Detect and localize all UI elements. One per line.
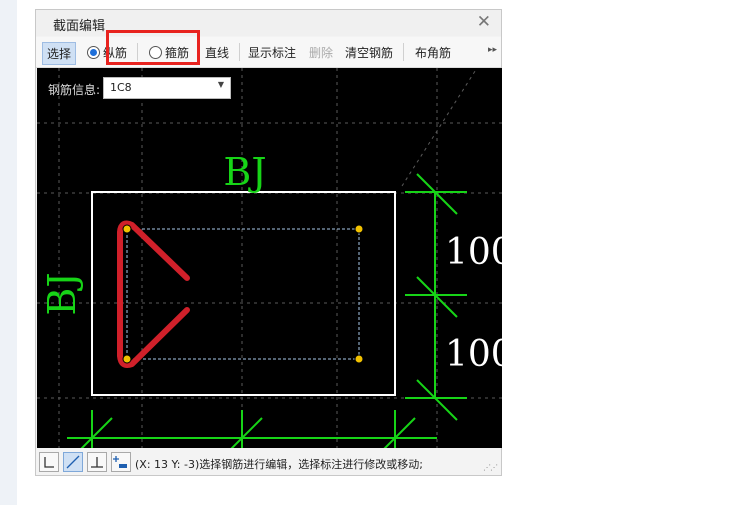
toolbar-divider xyxy=(403,43,404,61)
rebar-nodes xyxy=(122,224,364,364)
snap-mode-icon[interactable] xyxy=(111,452,131,472)
longitudinal-label: 纵筋 xyxy=(103,46,128,60)
dropdown-caret-icon: ▼ xyxy=(217,80,224,89)
stirrup-label: 箍筋 xyxy=(165,46,190,60)
corner-rebar-button[interactable]: 布角筋 xyxy=(415,44,451,61)
radio-checked-icon xyxy=(87,46,100,59)
dialog-title: 截面编辑 xyxy=(53,19,106,34)
dimension-upper-label: 100 xyxy=(445,232,502,273)
rebar-info-label: 钢筋信息: xyxy=(48,83,101,97)
line-mode-icon[interactable] xyxy=(63,452,83,472)
section-outline xyxy=(91,191,396,396)
show-dimensions-button[interactable]: 显示标注 xyxy=(248,44,296,61)
stirrup-radio[interactable]: 箍筋 xyxy=(149,44,189,61)
resize-grip-icon[interactable]: ⋰⋰ xyxy=(483,463,498,472)
close-icon[interactable]: ✕ xyxy=(477,12,491,32)
bottom-dimension xyxy=(67,410,437,448)
rebar-info-select[interactable]: 1C8 ▼ xyxy=(103,77,231,99)
straight-line-button[interactable]: 直线 xyxy=(205,44,229,61)
clear-rebar-button[interactable]: 清空钢筋 xyxy=(345,44,393,61)
drawing-canvas[interactable]: BJ BJ 100 100 钢筋信息: 1C8 ▼ xyxy=(37,68,502,448)
right-dimension xyxy=(405,173,467,421)
status-text: (X: 13 Y: -3)选择钢筋进行编辑，选择标注进行修改或移动; xyxy=(135,458,423,471)
dimension-lower-label: 100 xyxy=(445,334,502,375)
status-bar: (X: 13 Y: -3)选择钢筋进行编辑，选择标注进行修改或移动; ⋰⋰ xyxy=(36,450,501,475)
top-bj-label: BJ xyxy=(223,150,266,194)
section-drawing: BJ BJ 100 100 xyxy=(37,68,502,448)
orthogonal-mode-icon[interactable] xyxy=(39,452,59,472)
cover-line xyxy=(126,228,360,360)
longitudinal-radio[interactable]: 纵筋 xyxy=(87,44,127,61)
select-button[interactable]: 选择 xyxy=(42,42,77,65)
title-bar: 截面编辑 ✕ xyxy=(36,10,501,36)
rebar-info-value: 1C8 xyxy=(110,81,132,94)
toolbar: 选择 纵筋 箍筋 直线 显示标注 删除 清空钢筋 布角筋 ▸▸ xyxy=(36,37,501,68)
toolbar-divider xyxy=(137,43,138,61)
stirrup-rebar xyxy=(117,220,190,368)
grid-lines xyxy=(37,68,502,448)
left-bj-label: BJ xyxy=(40,272,84,315)
radio-unchecked-icon xyxy=(149,46,162,59)
perpendicular-mode-icon[interactable] xyxy=(87,452,107,472)
more-arrows-icon[interactable]: ▸▸ xyxy=(488,45,497,55)
left-panel-strip xyxy=(0,0,17,505)
toolbar-divider xyxy=(239,43,240,61)
section-edit-dialog: 截面编辑 ✕ 选择 纵筋 箍筋 直线 显示标注 删除 清空钢筋 布角筋 ▸▸ B… xyxy=(35,9,502,476)
delete-button[interactable]: 删除 xyxy=(309,44,333,61)
